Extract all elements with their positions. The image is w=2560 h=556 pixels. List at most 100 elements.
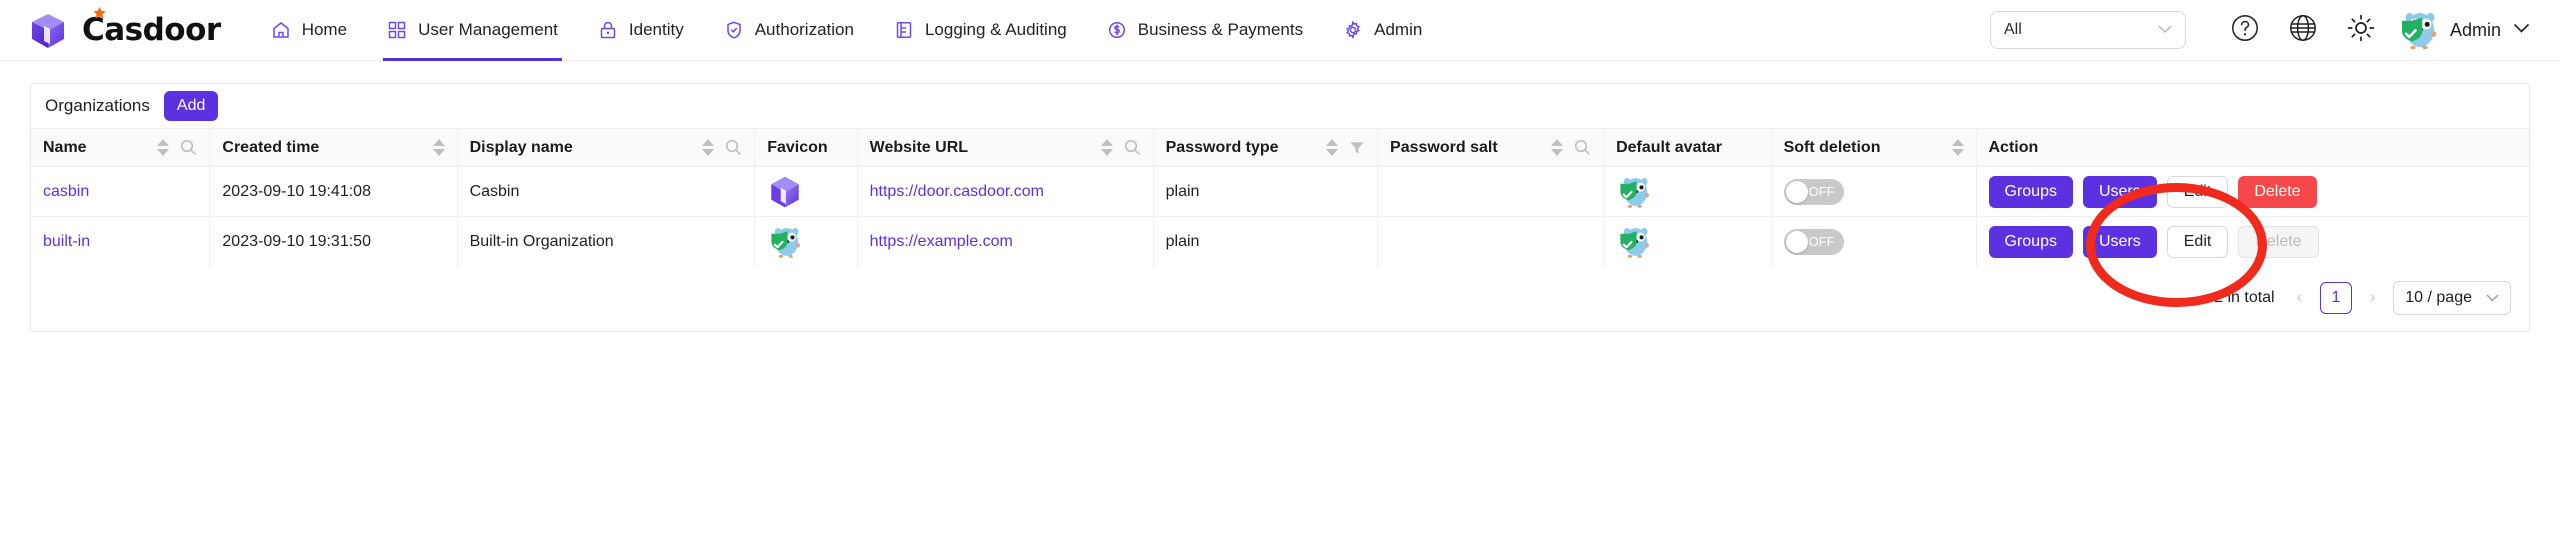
soft-deletion-toggle[interactable]: OFF [1783,228,1844,255]
edit-button[interactable]: Edit [2166,175,2229,208]
cell-password-type: plain [1153,216,1379,267]
nav-item-label: Home [301,20,348,39]
column-header-favicon: Favicon [754,128,858,167]
nav-item-business-payments[interactable]: Business & Payments [1087,0,1323,61]
organization-link[interactable]: casbin [43,183,89,200]
sort-arrows-icon[interactable] [1551,139,1564,156]
column-header-display-name[interactable]: Display name [457,128,756,167]
nav-item-label: Admin [1374,20,1423,39]
add-button[interactable]: Add [163,91,219,121]
sort-arrows-icon[interactable] [432,139,445,156]
cell-favicon [754,216,858,267]
nav-item-identity[interactable]: Identity [578,0,704,61]
sort-arrows-icon[interactable] [157,139,170,156]
sort-arrows-icon[interactable] [1951,139,1964,156]
organization-select[interactable]: All [1989,11,2186,49]
table-header-row: Name Created time Display name Favicon Websi… [31,128,2529,167]
log-icon [894,20,914,40]
sort-arrows-icon[interactable] [1326,139,1339,156]
gopher-shield-avatar-icon [1620,227,1649,258]
nav-item-label: Business & Payments [1137,20,1304,39]
chevron-left-icon[interactable]: ‹ [2293,289,2306,307]
cell-name: built-in [31,216,211,267]
sort-arrows-icon[interactable] [1100,139,1113,156]
column-header-password-type[interactable]: Password type [1153,128,1379,167]
column-header-label: Name [43,138,87,156]
cell-name: casbin [31,166,211,217]
search-icon[interactable] [1124,139,1141,156]
cell-default-avatar [1603,216,1772,267]
website-url-link[interactable]: https://door.casdoor.com [870,183,1044,200]
filter-icon[interactable] [1349,140,1365,156]
nav-item-label: Authorization [754,20,854,39]
user-avatar[interactable] [2396,8,2440,52]
toggle-label: OFF [1808,184,1835,199]
column-header-password-salt[interactable]: Password salt [1377,128,1605,167]
nav-item-label: User Management [418,20,558,39]
page-size-select[interactable]: 10 / page [2393,280,2511,315]
table-row: casbin 2023-09-10 19:41:08 Casbin https://d… [31,166,2529,217]
column-header-soft-deletion[interactable]: Soft deletion [1771,128,1977,167]
cell-action: Groups Users Edit Delete [1976,217,2529,267]
nav-item-admin[interactable]: Admin [1323,0,1442,61]
column-header-label: Password type [1165,138,1279,156]
column-header-created-time[interactable]: Created time [209,128,458,167]
action-buttons: Groups Users Edit Delete [1988,225,2518,258]
organization-select-value: All [2003,21,2022,38]
casdoor-cube-logo-icon [28,8,70,52]
nav-item-logging-auditing[interactable]: Logging & Auditing [874,0,1087,61]
website-url-link[interactable]: https://example.com [870,233,1013,250]
edit-button[interactable]: Edit [2166,225,2229,258]
question-circle-icon [2230,13,2260,48]
nav-item-home[interactable]: Home [251,0,367,61]
table-row: built-in 2023-09-10 19:31:50 Built-in Orga… [31,216,2529,267]
cell-soft-deletion: OFF [1771,166,1977,217]
search-icon[interactable] [725,139,742,156]
chevron-down-icon [2158,23,2172,37]
toggle-knob [1785,230,1808,253]
cell-website-url: https://door.casdoor.com [857,166,1154,217]
chevron-right-icon[interactable]: › [2366,289,2379,307]
cell-password-salt [1377,216,1605,267]
search-icon[interactable] [1574,139,1591,156]
organizations-card: Organizations Add Name Created time Displa… [30,83,2530,332]
home-icon [271,20,291,40]
organization-link[interactable]: built-in [43,233,90,250]
cell-password-salt [1377,166,1605,217]
toggle-knob [1785,180,1808,203]
cell-created-time: 2023-09-10 19:41:08 [209,166,458,217]
language-button[interactable] [2282,9,2324,51]
organizations-table: Name Created time Display name Favicon Websi… [31,128,2529,267]
gopher-shield-avatar-icon [1620,177,1649,208]
sort-arrows-icon[interactable] [702,139,715,156]
column-header-action: Action [1976,128,2529,167]
cell-favicon [754,166,858,217]
grid-icon [387,20,407,40]
user-name-label: Admin [2449,19,2501,40]
sun-icon [2346,13,2376,48]
help-button[interactable] [2224,9,2266,51]
page-number-1[interactable]: 1 [2319,281,2352,314]
column-header-name[interactable]: Name [31,128,211,167]
search-icon[interactable] [180,139,197,156]
column-header-label: Soft deletion [1783,138,1881,156]
soft-deletion-toggle[interactable]: OFF [1783,178,1844,205]
users-button[interactable]: Users [2082,225,2157,258]
nav-item-label: Identity [628,20,684,39]
user-menu-chevron-down-icon[interactable] [2513,21,2530,39]
shield-check-icon [724,20,744,40]
nav-item-authorization[interactable]: Authorization [704,0,874,61]
nav-item-user-management[interactable]: User Management [367,0,578,61]
brand-logo-area[interactable]: Casdoor [28,6,221,52]
column-header-label: Display name [469,138,573,156]
page-title: Organizations [45,96,150,115]
users-button[interactable]: Users [2082,175,2157,208]
groups-button[interactable]: Groups [1988,225,2073,258]
column-header-website-url[interactable]: Website URL [857,128,1154,167]
column-header-label: Action [1988,138,2039,156]
column-header-label: Password salt [1390,138,1498,156]
delete-button[interactable]: Delete [2238,175,2317,208]
theme-toggle-button[interactable] [2340,9,2382,51]
groups-button[interactable]: Groups [1988,175,2073,208]
cell-display-name: Casbin [457,166,756,217]
